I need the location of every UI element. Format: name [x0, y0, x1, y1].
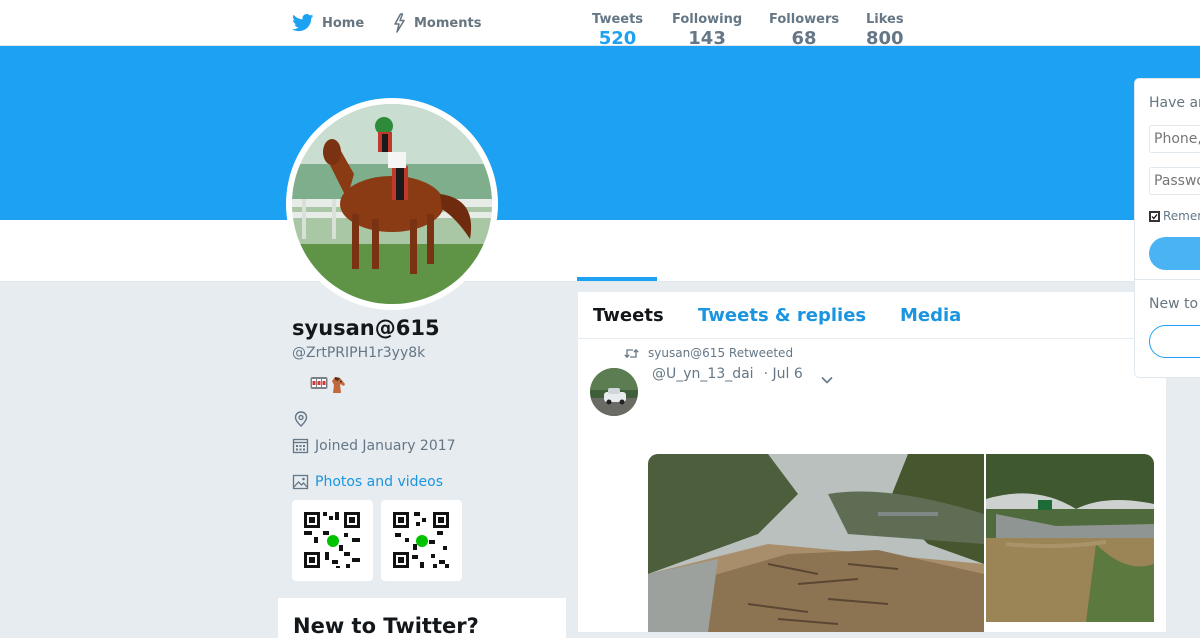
remember-me-label: Remember me — [1163, 209, 1200, 223]
login-title: Have an account? — [1149, 95, 1200, 111]
twitter-bird-icon — [292, 14, 314, 32]
qr-code-image — [393, 512, 449, 568]
stat-value: 68 — [791, 28, 817, 49]
nav-moments-label: Moments — [414, 15, 482, 31]
tweet-timestamp[interactable]: · Jul 6 — [764, 366, 803, 382]
lightning-icon — [394, 13, 405, 33]
login-new-label: New to Twitter? — [1149, 296, 1200, 312]
image-icon — [292, 474, 309, 490]
stat-tweets[interactable]: Tweets 520 — [592, 12, 643, 49]
slot-machine-emoji — [310, 377, 328, 389]
photos-and-videos-label: Photos and videos — [315, 473, 444, 490]
divider — [1135, 279, 1200, 280]
tweet-author[interactable]: @U_yn_13_dai — [652, 366, 754, 382]
tweet-author-avatar[interactable] — [590, 368, 638, 416]
stat-value: 520 — [598, 28, 637, 49]
timeline: Tweets Tweets & replies Media syusan@615… — [578, 292, 1166, 632]
stat-followers[interactable]: Followers 68 — [769, 12, 839, 49]
tweet-photo[interactable] — [986, 454, 1154, 622]
media-thumbnail[interactable] — [292, 500, 373, 581]
horse-emoji — [332, 377, 345, 393]
avatar[interactable] — [292, 104, 492, 304]
profile-name[interactable]: syusan@615 — [292, 316, 440, 340]
photos-and-videos-link[interactable]: Photos and videos — [292, 473, 443, 490]
tweet-photo-image — [648, 454, 984, 632]
retweet-icon — [624, 348, 639, 358]
remember-me[interactable]: Remember me — [1149, 209, 1200, 223]
retweet-context: syusan@615 Retweeted — [624, 346, 793, 360]
qr-code-image — [304, 512, 360, 568]
stat-value: 143 — [688, 28, 726, 49]
signup-card: New to Twitter? — [278, 598, 566, 638]
timeline-tabs: Tweets Tweets & replies Media — [578, 292, 1166, 339]
avatar-image — [292, 104, 492, 304]
tweet-author-avatar-image — [590, 368, 638, 416]
tweet-header: @U_yn_13_dai · Jul 6 — [652, 366, 803, 382]
retweet-label: syusan@615 Retweeted — [648, 346, 794, 360]
login-dropdown: Have an account? Remember me New to Twit… — [1134, 78, 1200, 378]
stat-label: Followers — [769, 12, 840, 27]
login-username-input[interactable] — [1149, 125, 1200, 153]
profile-stats-bar — [0, 220, 1200, 282]
nav-home-label: Home — [322, 15, 365, 31]
tweet-photo[interactable] — [648, 454, 984, 632]
profile-bio — [310, 376, 347, 394]
location-pin-icon — [292, 410, 310, 432]
tweet-photo-image — [986, 454, 1154, 622]
calendar-icon — [292, 438, 309, 454]
nav-moments[interactable]: Moments — [392, 0, 481, 46]
stat-likes[interactable]: Likes 800 — [866, 12, 904, 49]
login-button[interactable] — [1149, 237, 1200, 270]
tab-tweets-and-replies[interactable]: Tweets & replies — [698, 305, 866, 326]
active-stat-underline — [577, 277, 657, 281]
stat-label: Following — [672, 12, 743, 27]
stat-value: 800 — [866, 28, 904, 49]
login-password-input[interactable] — [1149, 167, 1200, 195]
remember-me-checkbox[interactable] — [1149, 210, 1160, 222]
tab-media[interactable]: Media — [900, 305, 961, 326]
signup-card-title: New to Twitter? — [293, 614, 479, 638]
stat-label: Likes — [866, 12, 904, 27]
stat-following[interactable]: Following 143 — [672, 12, 742, 49]
nav-home[interactable]: Home — [292, 0, 364, 46]
media-thumbnail[interactable] — [381, 500, 462, 581]
stat-label: Tweets — [592, 12, 644, 27]
tab-tweets[interactable]: Tweets — [593, 305, 664, 326]
signup-button[interactable] — [1149, 325, 1200, 358]
profile-banner — [0, 46, 1200, 220]
chevron-down-icon[interactable] — [820, 370, 834, 389]
profile-handle[interactable]: @ZrtPRIPH1r3yy8k — [292, 345, 425, 361]
joined-date: Joined January 2017 — [292, 437, 456, 454]
joined-text: Joined January 2017 — [315, 437, 456, 454]
